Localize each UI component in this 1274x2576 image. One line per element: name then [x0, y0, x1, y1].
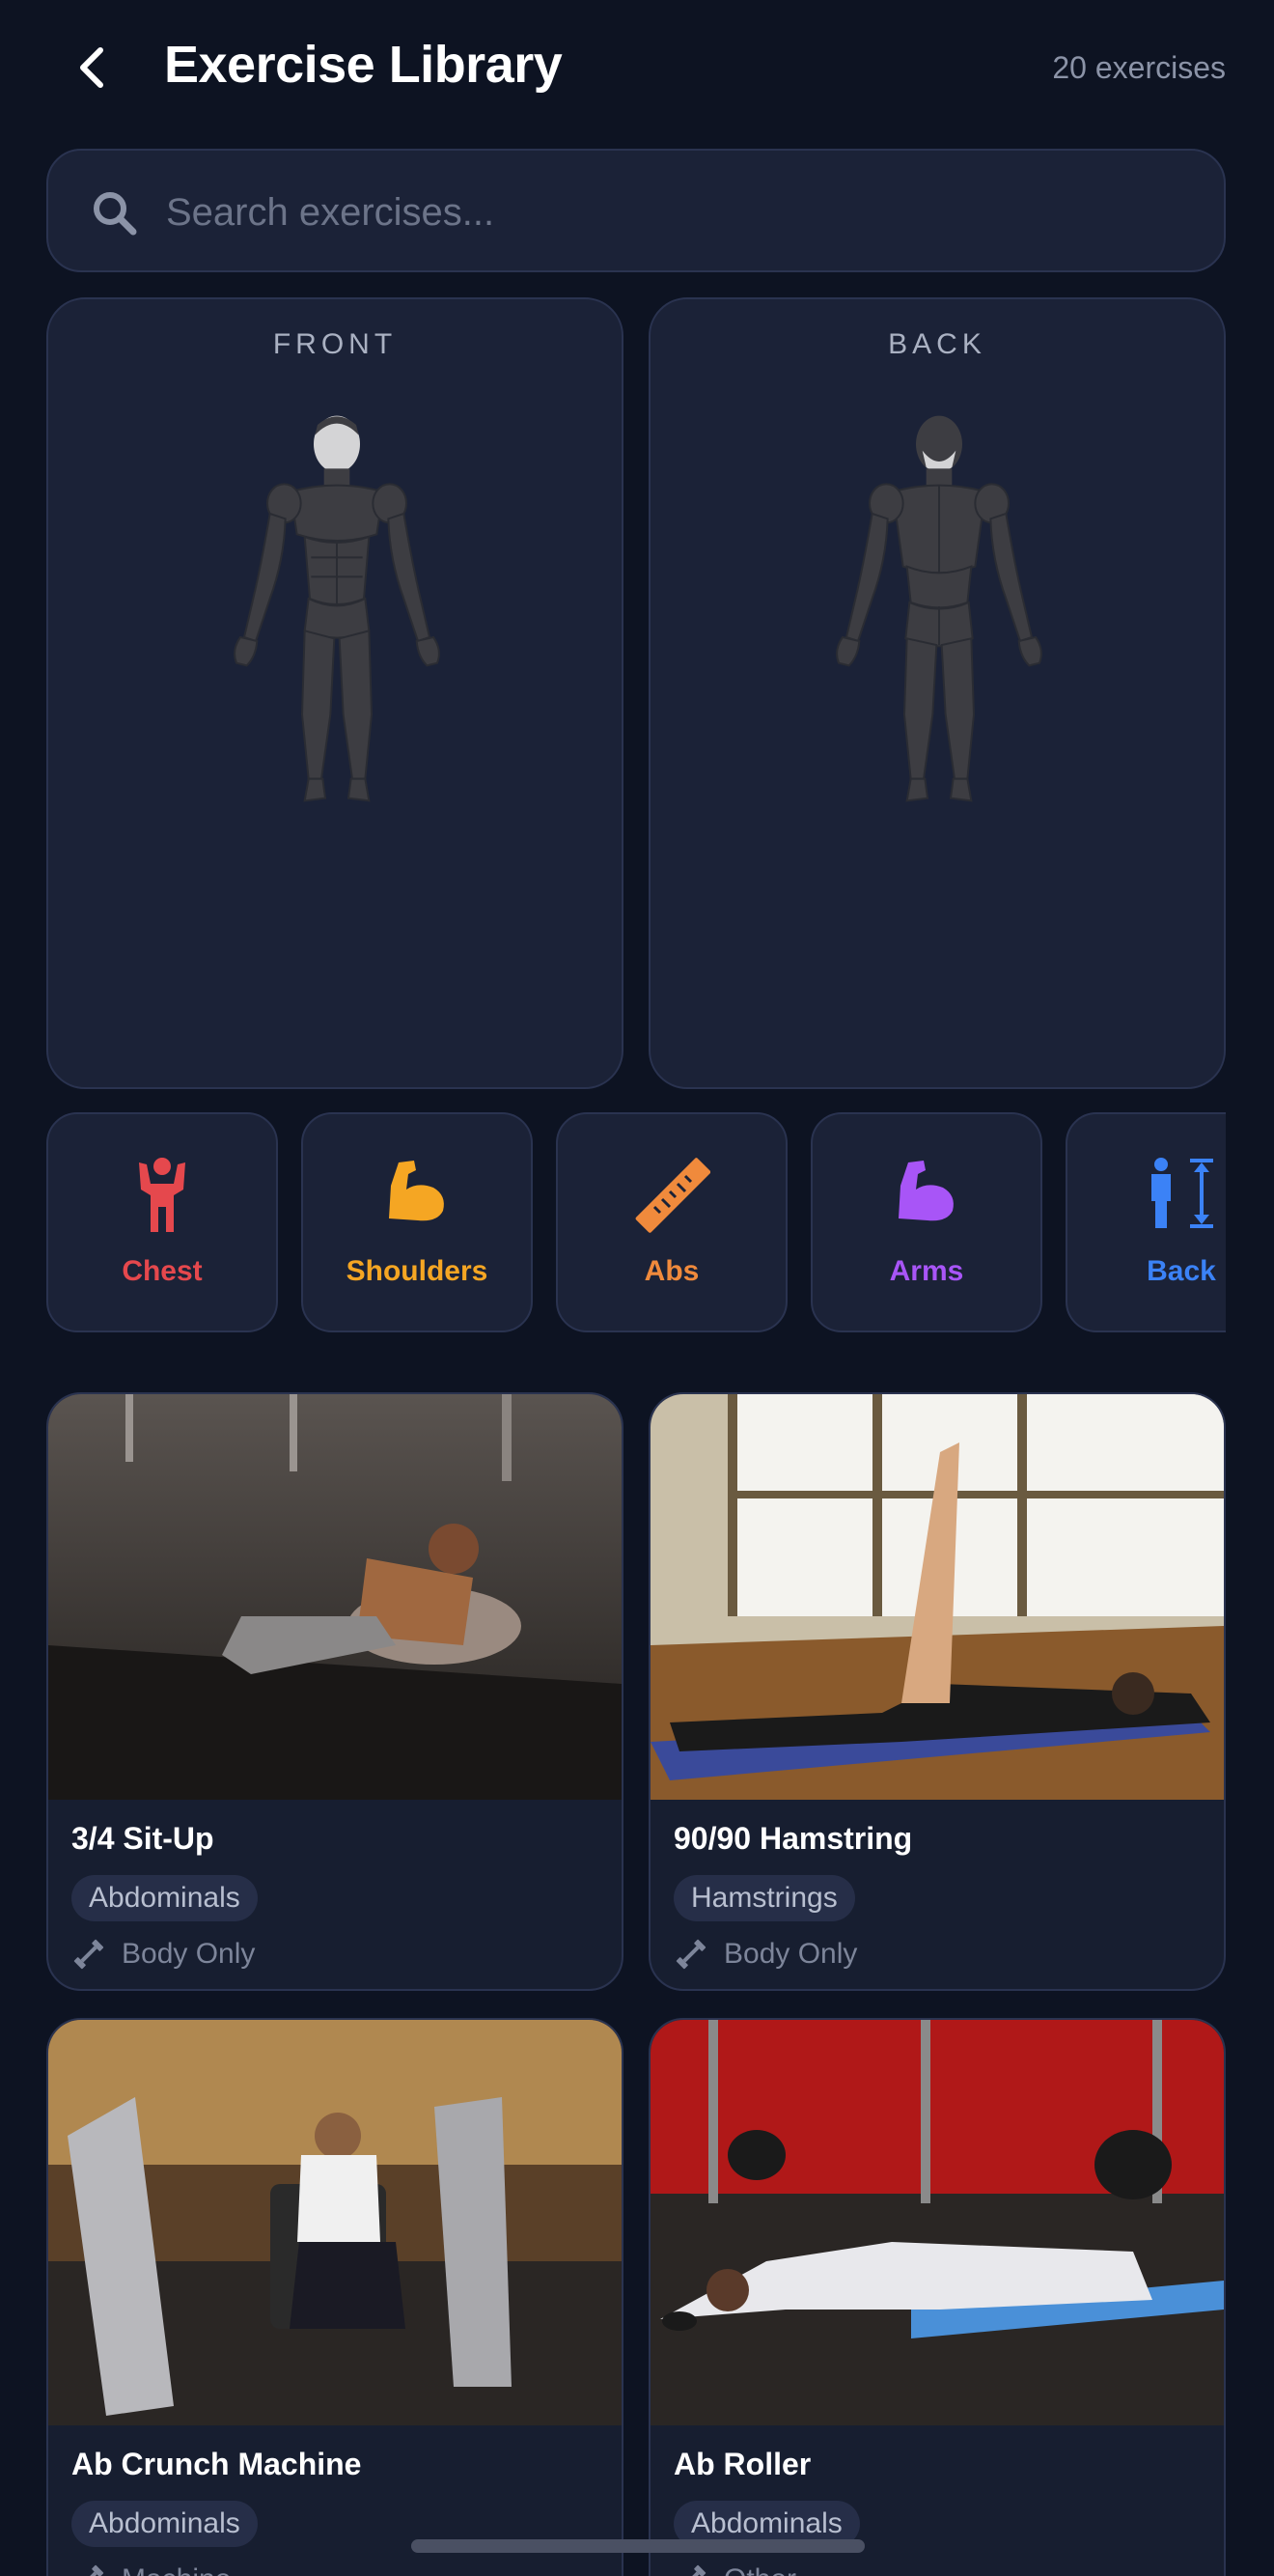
muscle-tag: Abdominals: [71, 2501, 258, 2547]
flexed-arm-icon: [389, 1161, 444, 1221]
exercise-card[interactable]: Ab Roller Abdominals Other: [649, 2018, 1226, 2576]
back-button[interactable]: [66, 39, 120, 97]
dumbbell-icon: [682, 2564, 706, 2576]
back-body-figure[interactable]: [746, 406, 1132, 1023]
lower-back-muscle[interactable]: [905, 565, 973, 609]
category-chest[interactable]: Chest: [46, 1112, 278, 1332]
exercise-name: Ab Roller: [674, 2447, 812, 2481]
right-quad-muscle: [338, 630, 374, 780]
category-arms[interactable]: Arms: [811, 1112, 1042, 1332]
exercise-photo: [651, 1394, 1224, 1800]
exercise-card[interactable]: 90/90 Hamstring Hamstrings Body Only: [649, 1392, 1226, 1991]
front-label: FRONT: [272, 328, 398, 360]
body-map-front[interactable]: FRONT: [46, 297, 623, 1089]
body-map-back[interactable]: BACK: [649, 297, 1226, 1089]
exercise-name: Ab Crunch Machine: [71, 2447, 362, 2481]
category-abs[interactable]: Abs: [556, 1112, 788, 1332]
muscle-tag: Abdominals: [71, 1875, 258, 1921]
equipment-label: Body Only: [122, 1938, 256, 1970]
muscle-tag: Hamstrings: [674, 1875, 855, 1921]
left-hamstring-muscle: [902, 637, 938, 780]
dumbbell-icon: [676, 1939, 706, 1970]
exercise-card[interactable]: Ab Crunch Machine Abdominals Machine: [46, 2018, 623, 2576]
exercise-name: 90/90 Hamstring: [674, 1821, 913, 1856]
equipment-label: Machine: [122, 2563, 231, 2576]
category-back[interactable]: Back: [1066, 1112, 1226, 1332]
exercise-name: 3/4 Sit-Up: [71, 1821, 214, 1856]
back-label: BACK: [888, 328, 986, 360]
category-label: Shoulders: [346, 1255, 488, 1287]
exercise-count: 20 exercises: [1052, 50, 1226, 85]
person-height-icon: [1151, 1158, 1213, 1228]
exercise-card[interactable]: 3/4 Sit-Up Abdominals Body Only: [46, 1392, 623, 1991]
left-quad-muscle: [300, 630, 336, 780]
right-hamstring-muscle: [940, 637, 976, 780]
dumbbell-icon: [80, 2564, 104, 2576]
exercise-photo: [651, 2020, 1224, 2425]
muscle-category-row: Chest Shoulders Abs Arms Back: [46, 1112, 1226, 1334]
page-title: Exercise Library: [164, 36, 563, 94]
equipment-label: Body Only: [724, 1938, 858, 1970]
chevron-left-icon: [80, 47, 103, 88]
home-indicator[interactable]: [411, 2539, 865, 2553]
chest-muscle[interactable]: [289, 484, 385, 542]
equipment-info: Body Only: [71, 1935, 255, 1974]
equipment-info: Body Only: [674, 1935, 857, 1974]
flexed-arm-icon: [899, 1161, 954, 1221]
equipment-info: Other: [674, 2561, 796, 2576]
search-icon: [94, 192, 137, 236]
category-label: Arms: [889, 1255, 964, 1287]
category-label: Chest: [122, 1255, 203, 1287]
ruler-icon: [635, 1158, 710, 1233]
front-body-figure[interactable]: [144, 406, 530, 1023]
equipment-label: Other: [724, 2563, 796, 2576]
category-shoulders[interactable]: Shoulders: [301, 1112, 533, 1332]
category-label: Abs: [644, 1255, 700, 1287]
search-input[interactable]: [166, 174, 1189, 251]
person-arms-up-icon: [139, 1158, 185, 1232]
category-label: Back: [1147, 1255, 1216, 1287]
dumbbell-icon: [73, 1939, 104, 1970]
equipment-info: Machine: [71, 2561, 231, 2576]
exercise-photo: [48, 2020, 622, 2425]
header: Exercise Library 20 exercises: [0, 0, 1274, 135]
search-bar[interactable]: [46, 149, 1226, 272]
exercise-photo: [48, 1394, 622, 1800]
